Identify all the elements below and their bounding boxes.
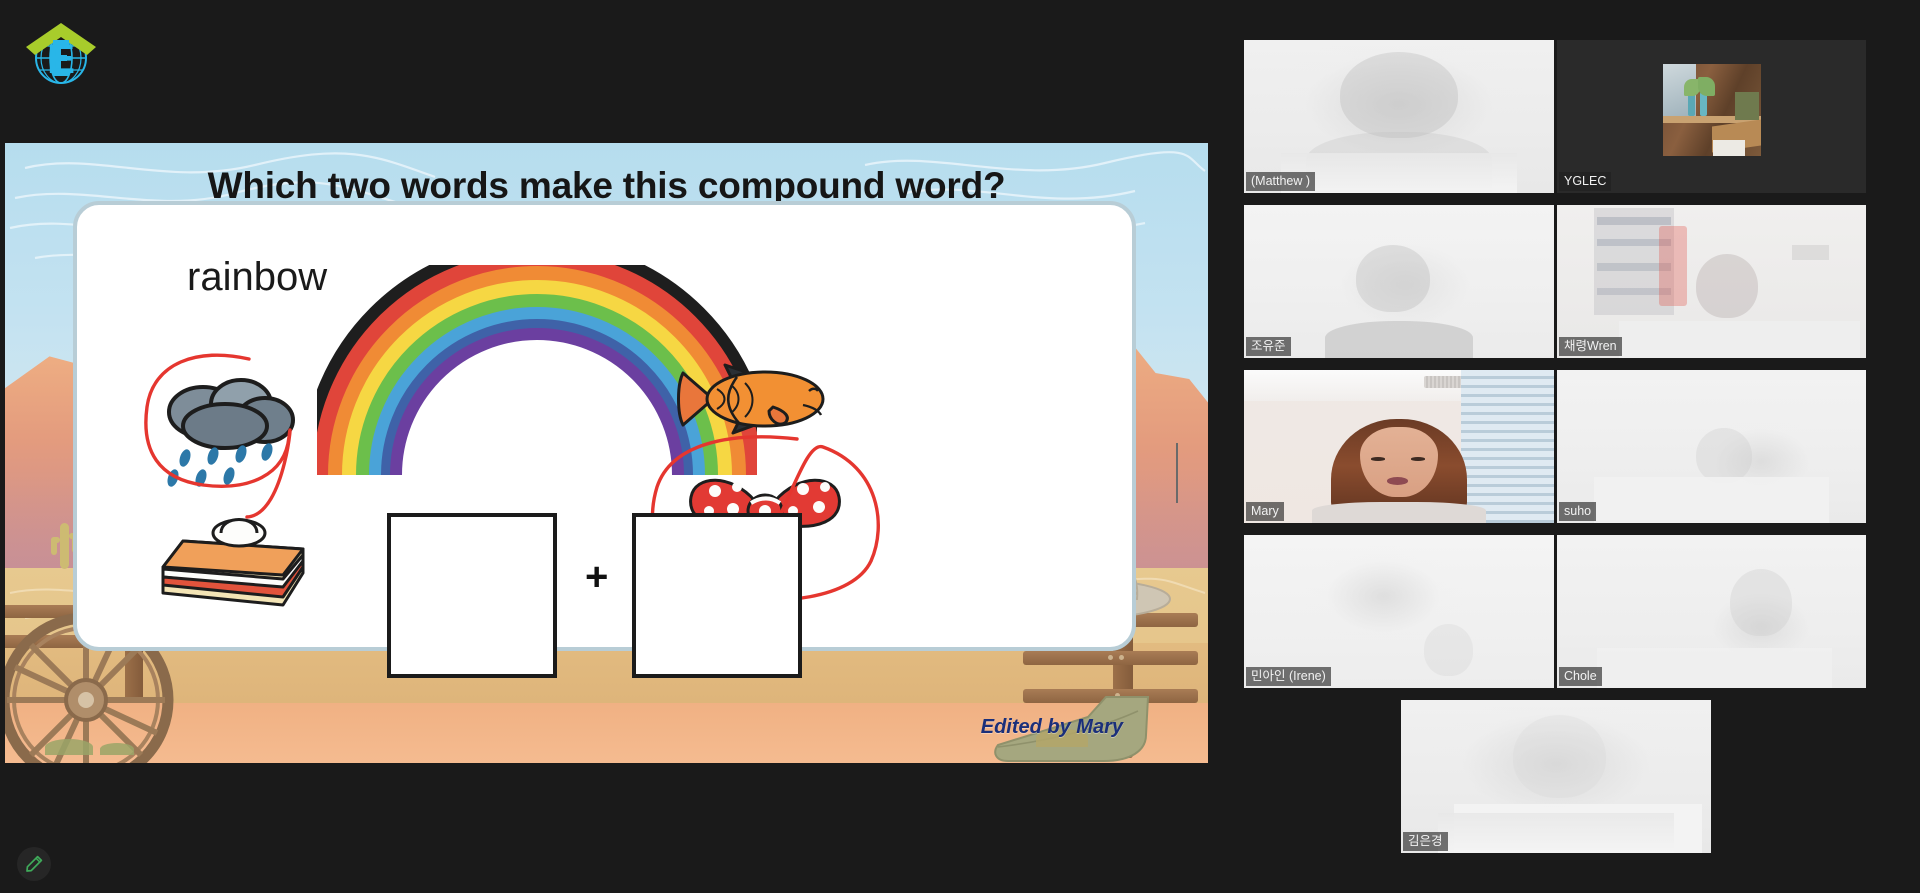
participant-tile-matthew[interactable]: (Matthew ) [1244,40,1554,193]
video-feed [1244,205,1554,358]
slide-white-card: rainbow + [73,201,1136,678]
participant-tile-chole[interactable]: Chole [1557,535,1866,688]
participant-name: YGLEC [1559,172,1612,191]
participant-name: Chole [1559,667,1602,686]
yglec-logo: E [22,16,100,88]
participant-name: suho [1559,502,1597,521]
video-feed [1557,535,1866,688]
cactus-icon [60,523,69,569]
annotate-button[interactable] [17,847,51,881]
participant-tile-chaeryeong-wren[interactable]: 채령Wren [1557,205,1866,358]
participant-name: 조유준 [1246,337,1291,356]
video-feed [1557,370,1866,523]
answer-box-right[interactable] [632,513,802,678]
video-feed [1244,535,1554,688]
plus-sign: + [585,555,609,599]
participant-tile-suho[interactable]: suho [1557,370,1866,523]
video-thumbnail [1662,64,1761,157]
compound-word-label: rainbow [187,255,328,299]
video-feed [1244,40,1554,193]
participant-name: (Matthew ) [1246,172,1316,191]
answer-box-left[interactable] [387,513,557,678]
cake-slice-image [161,518,305,607]
video-feed [1557,205,1866,358]
cactus-arm [51,537,57,555]
participant-tile-jo-yujun[interactable]: 조유준 [1244,205,1554,358]
participant-name: 민아인 (Irene) [1246,667,1331,686]
pencil-icon [26,855,43,872]
video-feed [1557,40,1866,193]
svg-text:E: E [47,35,75,82]
panel-splitter-handle[interactable] [1176,443,1183,503]
fish-image [677,363,825,435]
participant-grid: (Matthew ) YGLEC 조유준 채령Wren Mary suho 민아… [1244,40,1866,880]
video-feed [1244,370,1554,523]
shared-screen-region[interactable]: Which two words make this compound word?… [5,143,1208,763]
participant-tile-irene[interactable]: 민아인 (Irene) [1244,535,1554,688]
slide-credit: Edited by Mary [980,716,1123,738]
video-feed [1401,700,1711,853]
participant-tile-yglec[interactable]: YGLEC [1557,40,1866,193]
participant-name: 채령Wren [1559,337,1622,356]
participant-name: 김은경 [1403,832,1448,851]
participant-tile-mary[interactable]: Mary [1244,370,1554,523]
video-conference-window: E Which two words make this compound wor… [0,0,1920,893]
participant-tile-kim-eunkyung[interactable]: 김은경 [1401,700,1711,853]
annotation-circle-cloud [144,353,292,519]
participant-name: Mary [1246,502,1284,521]
